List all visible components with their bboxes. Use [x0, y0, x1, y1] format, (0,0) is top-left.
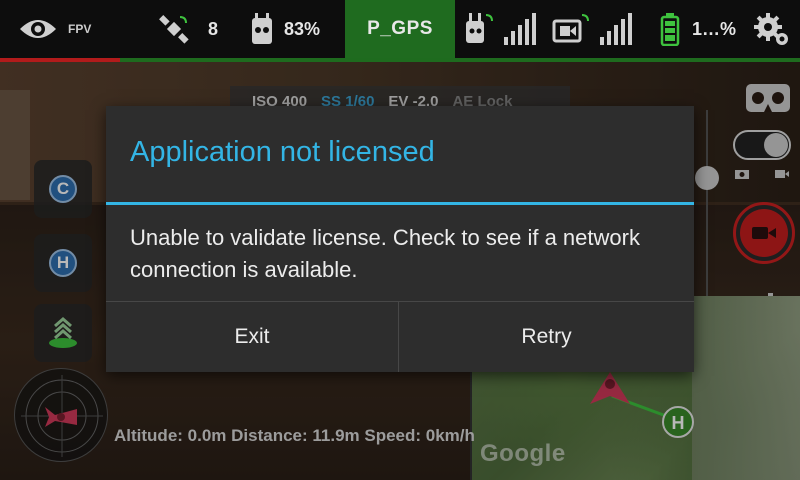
exit-button[interactable]: Exit — [106, 302, 398, 372]
top-status-bar: FPV 8 83% P_GPS 1…% — [0, 0, 800, 62]
rc-signal-icon — [466, 13, 536, 45]
satellite-count: 8 — [208, 18, 219, 39]
satellite-icon — [159, 15, 189, 44]
video-signal — [552, 0, 640, 58]
drone-battery-status: 1…% — [660, 0, 736, 58]
dialog-message: Unable to validate license. Check to see… — [130, 225, 640, 282]
eye-icon — [20, 20, 56, 38]
remote-controller-icon — [252, 13, 272, 44]
gps-status: 8 — [158, 0, 218, 58]
flight-mode-label: P_GPS — [367, 18, 433, 39]
remote-battery-percent: 83% — [284, 18, 321, 39]
remote-battery-status: 83% — [248, 0, 320, 58]
settings-button[interactable] — [752, 0, 792, 58]
flight-mode-badge: P_GPS — [345, 0, 455, 58]
retry-button[interactable]: Retry — [399, 302, 694, 372]
dialog-title: Application not licensed — [130, 136, 435, 168]
video-signal-icon — [552, 13, 632, 45]
dialog-title-divider — [106, 202, 694, 205]
license-dialog: Application not licensed Unable to valid… — [106, 106, 694, 372]
fpv-toggle[interactable]: FPV — [18, 0, 91, 58]
rc-signal — [464, 0, 544, 58]
fpv-label: FPV — [68, 22, 92, 36]
gear-icon — [754, 13, 788, 45]
battery-icon — [660, 13, 680, 46]
drone-battery-percent: 1…% — [692, 18, 737, 39]
